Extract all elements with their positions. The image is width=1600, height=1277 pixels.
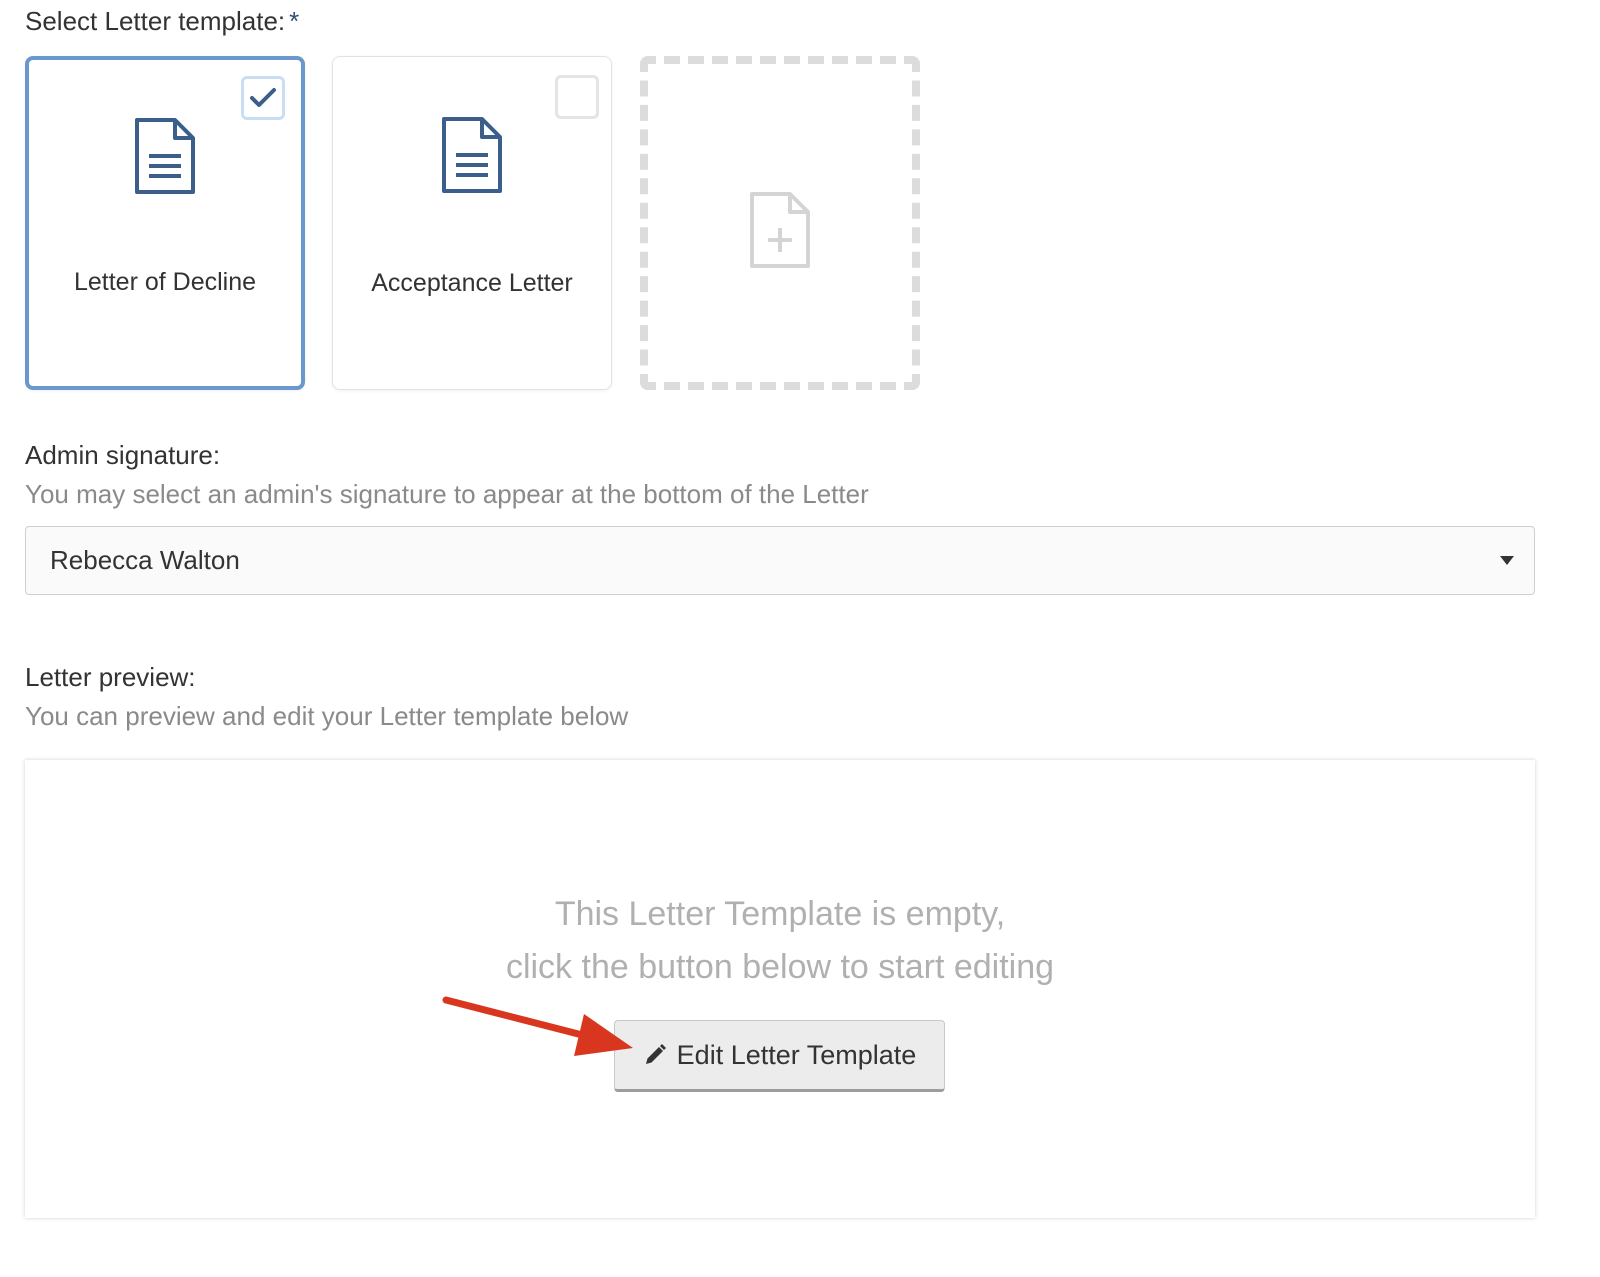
template-card-acceptance-letter[interactable]: Acceptance Letter [332,56,612,390]
caret-down-icon [1500,556,1514,565]
document-icon [442,117,502,193]
template-card-label: Letter of Decline [73,268,257,296]
pencil-icon [645,1044,666,1064]
admin-signature-select-value: Rebecca Walton [50,545,240,575]
preview-section-help: You can preview and edit your Letter tem… [25,701,629,731]
checkmark-icon [250,88,276,107]
template-card-letter-of-decline[interactable]: Letter of Decline [25,56,305,390]
template-checkbox-unchecked[interactable] [555,75,599,119]
signature-section-label: Admin signature: [25,440,221,470]
empty-template-message: This Letter Template is empty, click the… [25,888,1535,994]
template-section-label-text: Select Letter template: [25,6,286,36]
file-plus-icon [750,192,810,268]
edit-letter-template-button[interactable]: Edit Letter Template [614,1020,945,1092]
required-mark: * [289,6,300,36]
letter-preview-panel: This Letter Template is empty, click the… [25,760,1535,1218]
signature-section-help: You may select an admin's signature to a… [25,479,869,509]
template-checkbox-checked[interactable] [241,76,285,120]
empty-message-line-2: click the button below to start editing [505,948,1055,986]
admin-signature-select[interactable]: Rebecca Walton [25,526,1535,595]
add-template-card[interactable] [640,56,920,390]
empty-message-line-1: This Letter Template is empty, [554,895,1006,933]
edit-button-label: Edit Letter Template [676,1039,917,1070]
document-icon [135,118,195,194]
preview-section-label: Letter preview: [25,662,196,692]
template-section-label: Select Letter template: * [25,6,299,37]
template-card-label: Acceptance Letter [371,269,573,297]
